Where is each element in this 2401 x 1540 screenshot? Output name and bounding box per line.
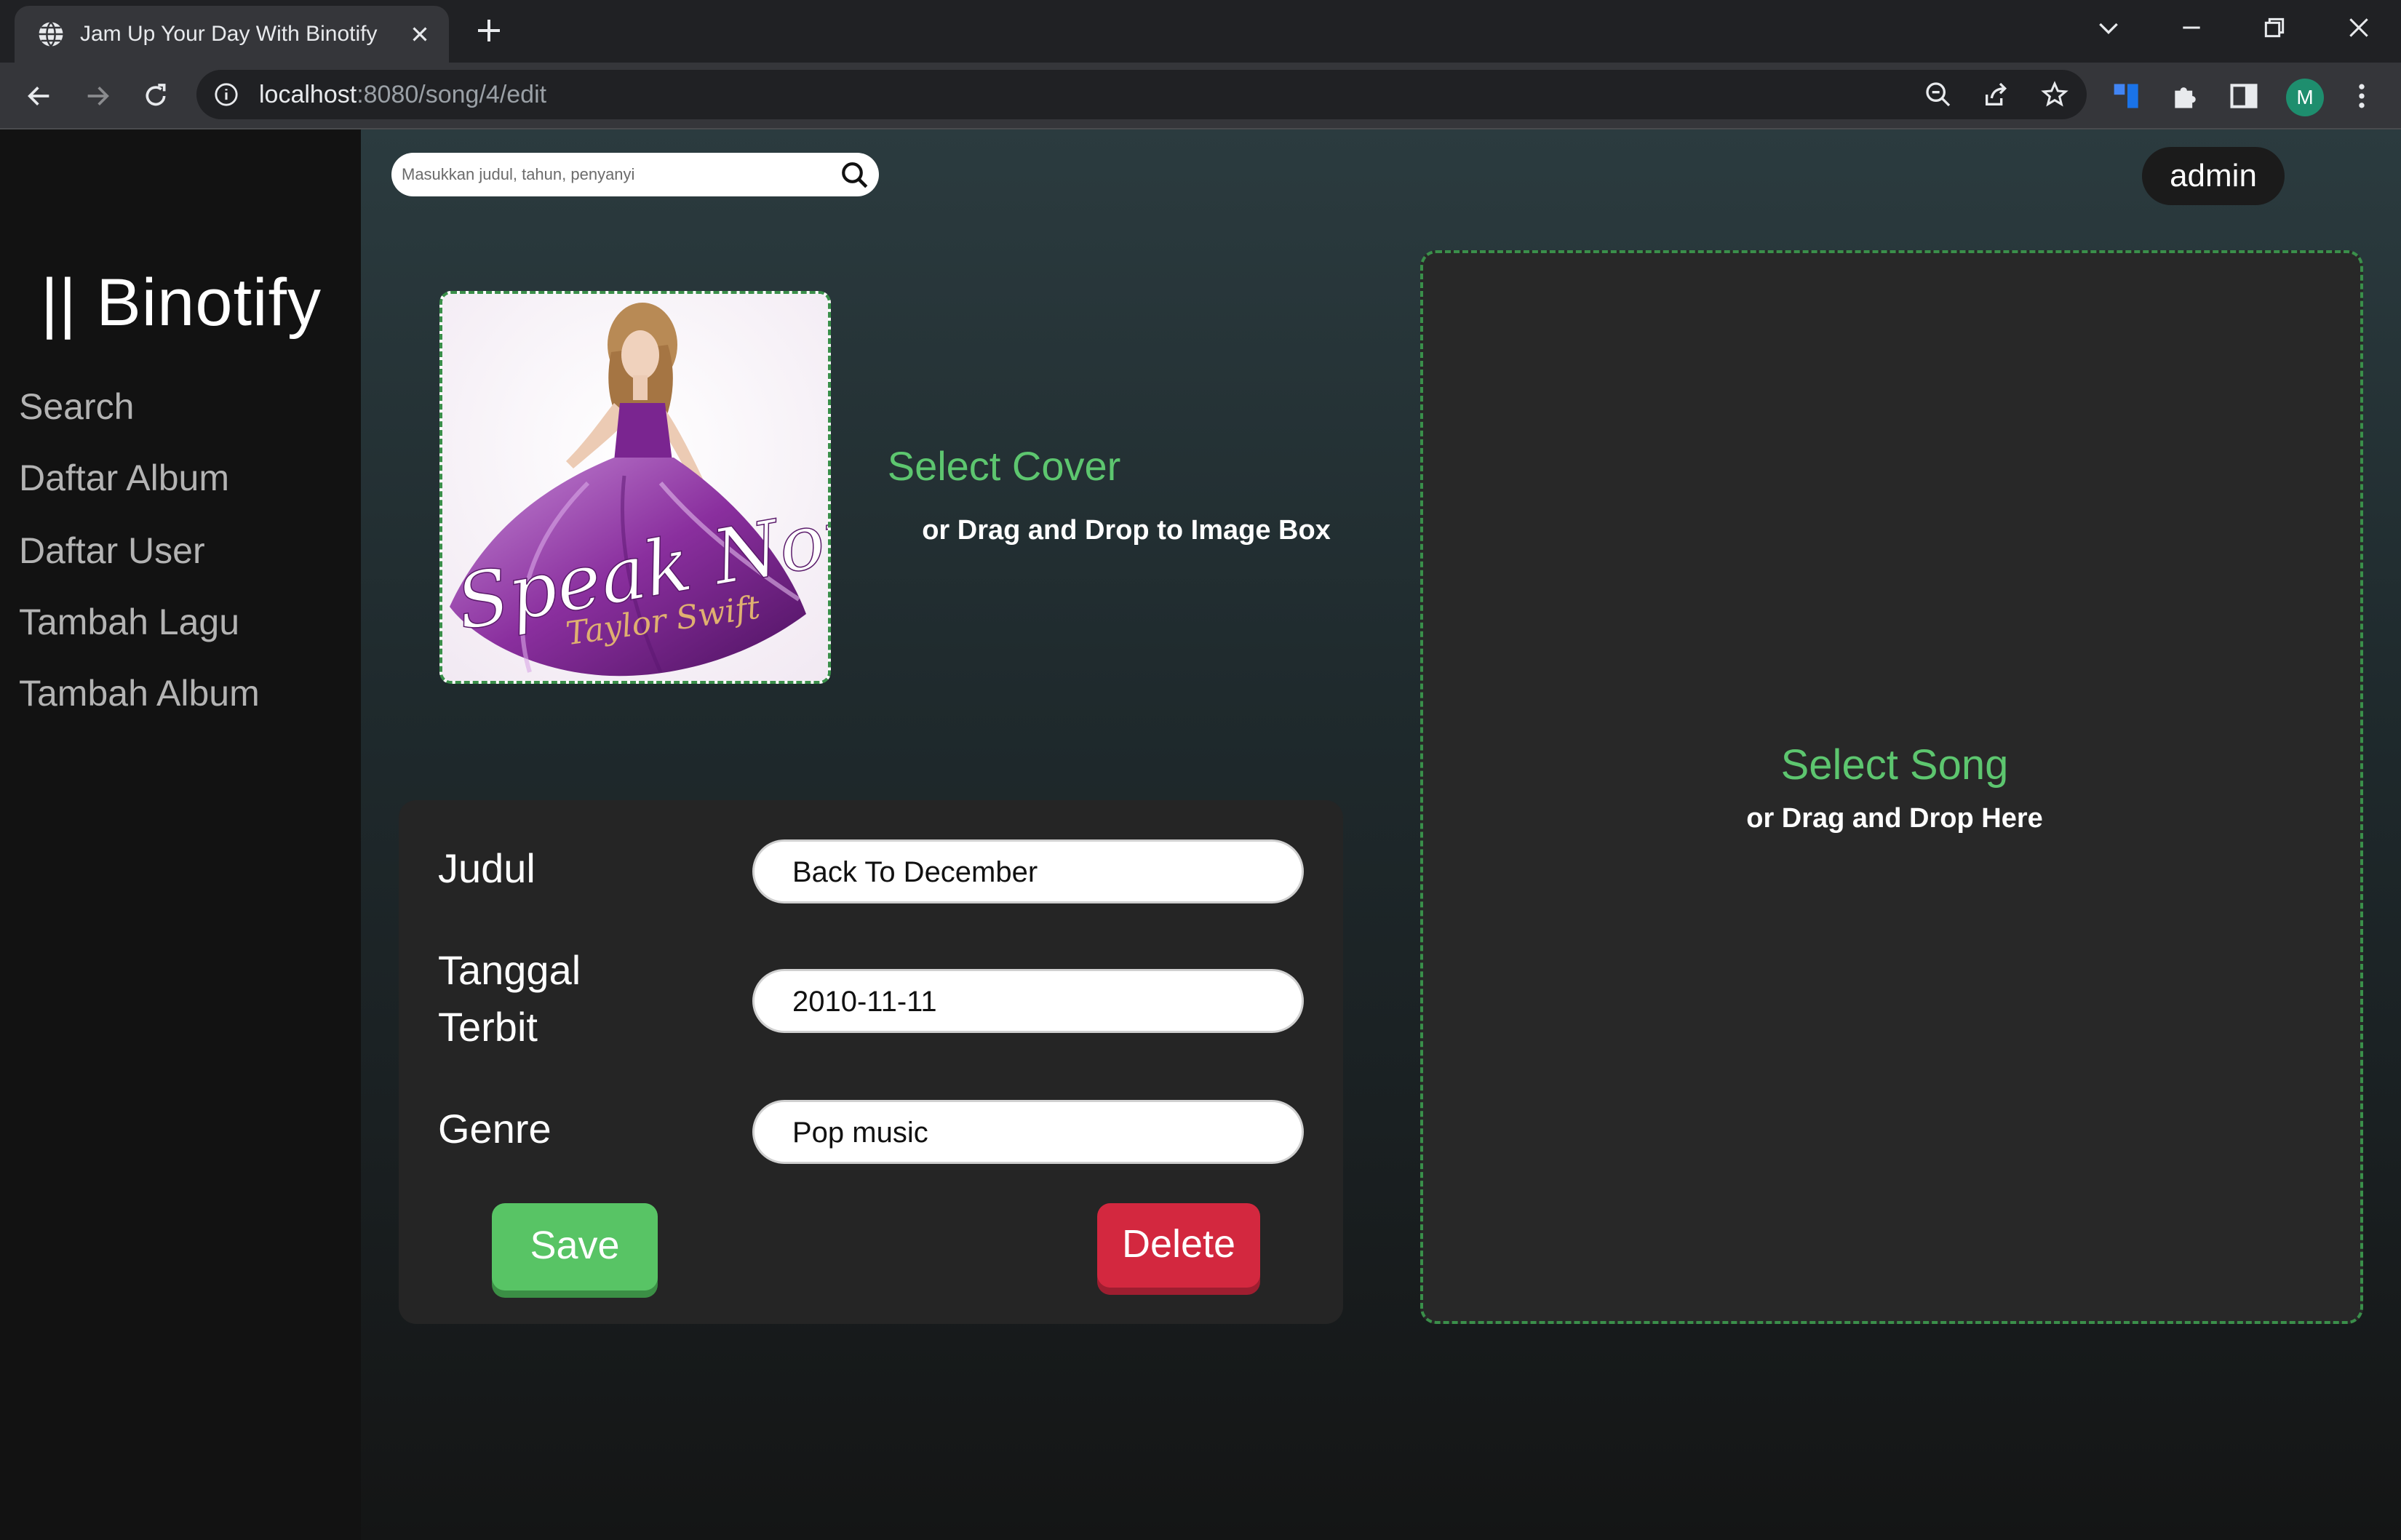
zoom-icon[interactable] — [1924, 80, 1953, 109]
select-cover-button[interactable]: Select Cover — [888, 442, 1121, 490]
cover-drop-hint: or Drag and Drop to Image Box — [922, 515, 1331, 546]
album-cover-image: Speak Now Taylor Swift — [442, 294, 828, 681]
tab-search-chevron-icon[interactable] — [2094, 13, 2123, 42]
sidebar-item-daftar-album[interactable]: Daftar Album — [19, 457, 229, 499]
release-date-label-line1: Tanggal — [438, 947, 581, 993]
select-song-button[interactable]: Select Song — [1781, 741, 2009, 789]
release-date-label-line2: Terbit — [438, 1004, 538, 1050]
browser-tab[interactable]: Jam Up Your Day With Binotify — [15, 6, 449, 63]
sidebar-item-daftar-user[interactable]: Daftar User — [19, 530, 205, 572]
tab-title: Jam Up Your Day With Binotify — [80, 22, 378, 46]
song-drop-zone[interactable]: Select Song or Drag and Drop Here — [1420, 250, 2363, 1324]
reload-icon[interactable] — [141, 81, 170, 111]
kebab-menu-icon[interactable] — [2346, 80, 2378, 112]
sidebar-item-tambah-album[interactable]: Tambah Album — [19, 672, 260, 714]
profile-avatar[interactable]: M — [2286, 79, 2324, 116]
sidebar-item-tambah-lagu[interactable]: Tambah Lagu — [19, 601, 239, 643]
save-button[interactable]: Save — [492, 1203, 658, 1290]
address-bar[interactable]: localhost:8080/song/4/edit — [196, 70, 2087, 119]
sidebar: || Binotify Search Daftar Album Daftar U… — [0, 129, 361, 1540]
release-date-field[interactable] — [752, 969, 1304, 1033]
title-input[interactable] — [792, 852, 1273, 893]
title-field[interactable] — [752, 839, 1304, 903]
app-logo[interactable]: || Binotify — [41, 265, 322, 341]
title-label: Judul — [438, 845, 535, 891]
close-window-icon[interactable] — [2344, 13, 2373, 42]
search-bar — [391, 153, 879, 196]
search-input[interactable] — [402, 160, 816, 189]
forward-arrow-icon[interactable] — [83, 81, 112, 111]
share-icon[interactable] — [1982, 80, 2011, 109]
url-text: localhost:8080/song/4/edit — [259, 81, 547, 108]
cover-image-box[interactable]: Speak Now Taylor Swift — [439, 291, 831, 684]
sidebar-item-search[interactable]: Search — [19, 386, 134, 428]
song-edit-form: Judul Tanggal Terbit Genre Save Delete — [399, 800, 1343, 1324]
back-arrow-icon[interactable] — [25, 81, 54, 111]
genre-label: Genre — [438, 1106, 552, 1152]
close-tab-icon[interactable] — [407, 22, 432, 47]
song-drop-hint: or Drag and Drop Here — [1746, 803, 2043, 834]
user-badge[interactable]: admin — [2142, 147, 2285, 205]
browser-toolbar: localhost:8080/song/4/edit M — [0, 63, 2401, 129]
minimize-icon[interactable] — [2177, 13, 2206, 42]
bookmark-star-icon[interactable] — [2040, 80, 2069, 109]
delete-button[interactable]: Delete — [1097, 1203, 1260, 1288]
side-panel-icon[interactable] — [2228, 80, 2260, 112]
page: || Binotify Search Daftar Album Daftar U… — [0, 129, 2401, 1540]
extensions-puzzle-icon[interactable] — [2170, 80, 2202, 112]
extension-app-icon[interactable] — [2111, 80, 2143, 112]
genre-input[interactable] — [792, 1112, 1273, 1153]
site-info-icon[interactable] — [214, 82, 239, 107]
globe-icon — [39, 21, 63, 47]
search-icon[interactable] — [840, 160, 870, 191]
new-tab-icon[interactable] — [474, 16, 503, 45]
restore-icon[interactable] — [2260, 13, 2289, 42]
main-content: admin — [361, 129, 2401, 1540]
genre-field[interactable] — [752, 1100, 1304, 1164]
release-date-input[interactable] — [792, 981, 1273, 1022]
browser-titlebar: Jam Up Your Day With Binotify — [0, 0, 2401, 63]
